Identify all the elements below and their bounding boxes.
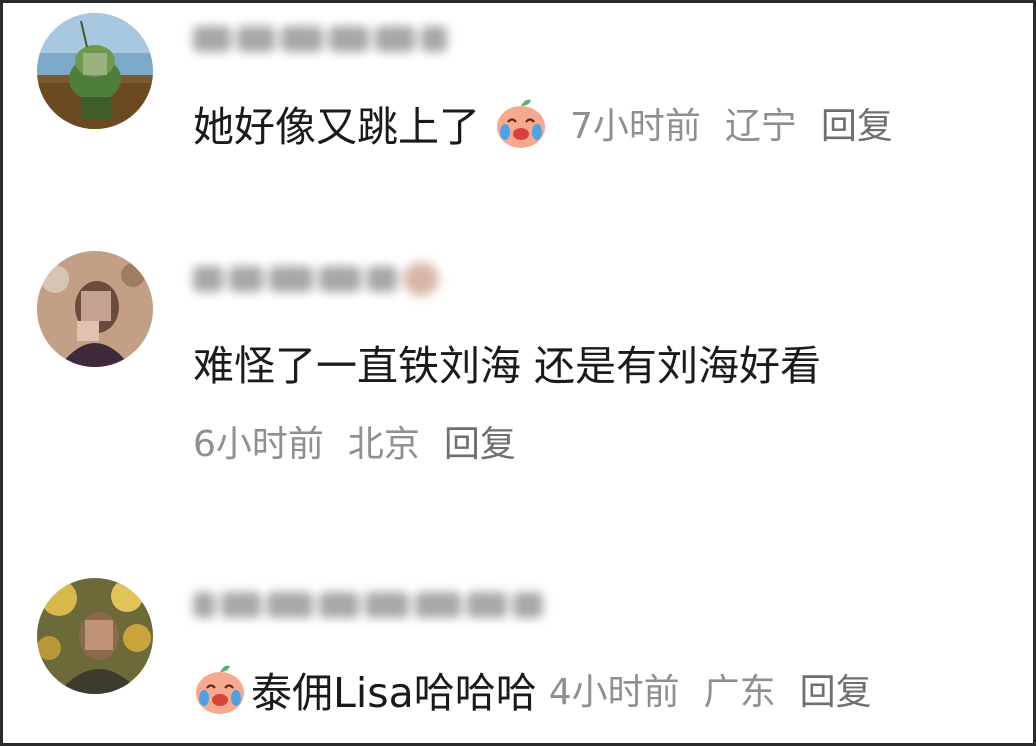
reply-button[interactable]: 回复: [444, 415, 516, 467]
comment-time: 4小时前: [548, 672, 680, 713]
username-blurred[interactable]: [193, 17, 447, 61]
username-blurred[interactable]: [193, 583, 543, 627]
reply-button[interactable]: 回复: [821, 97, 893, 149]
comment-list: 她好像又跳上了 7小时前 辽宁 回复 难怪了一直铁刘海 还是有刘海好看 6小时前…: [0, 0, 1036, 746]
comment-time: 7小时前: [570, 106, 701, 147]
avatar[interactable]: [37, 13, 153, 129]
comment-location: 北京: [347, 424, 420, 465]
comment-text: 泰佣Lisa哈哈哈: [251, 669, 537, 717]
crying-laughing-peach-icon: [494, 96, 548, 150]
avatar[interactable]: [37, 251, 153, 367]
username-blurred[interactable]: [193, 257, 439, 301]
comment-row: 她好像又跳上了 7小时前 辽宁 回复: [193, 95, 893, 151]
comment-row: 泰佣Lisa哈哈哈 4小时前 广东 回复: [193, 661, 872, 717]
comment-meta: 6小时前 北京 回复: [193, 417, 516, 465]
comment-text: 她好像又跳上了: [193, 103, 480, 151]
reply-button[interactable]: 回复: [800, 663, 872, 715]
comment-row: 难怪了一直铁刘海 还是有刘海好看: [193, 334, 821, 390]
avatar[interactable]: [37, 578, 153, 694]
comment-location: 辽宁: [724, 106, 797, 147]
comment-location: 广东: [703, 672, 776, 713]
crying-laughing-peach-icon: [193, 662, 247, 716]
comment-time: 6小时前: [193, 424, 324, 465]
comment-text: 难怪了一直铁刘海 还是有刘海好看: [193, 342, 822, 390]
